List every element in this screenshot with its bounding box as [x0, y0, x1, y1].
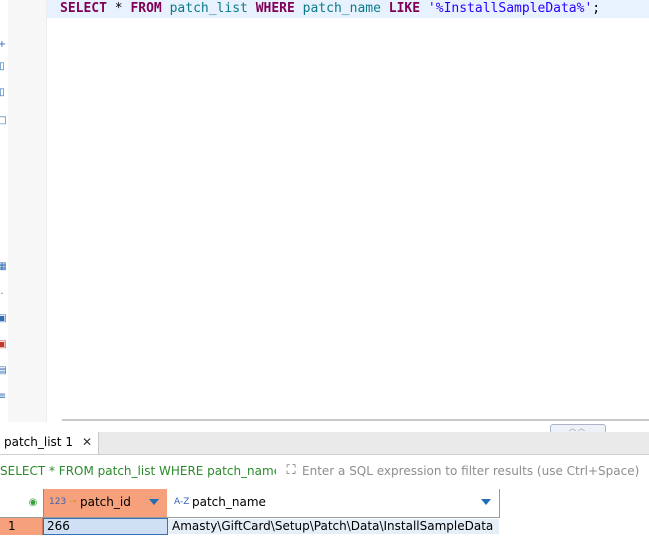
file-icon[interactable]: ▯ [0, 88, 7, 98]
list-icon[interactable]: ≡ [0, 392, 7, 402]
row-number[interactable]: 1 [0, 518, 43, 535]
column-label: patch_name [192, 495, 266, 509]
lock-icon[interactable]: ▣ [0, 340, 7, 350]
column-header-patch-name[interactable]: A-Z patch_name [167, 489, 500, 517]
sql-token-ident: patch_list [169, 1, 248, 16]
select-all-icon[interactable]: ◉ [28, 498, 38, 508]
row-number-header[interactable]: ◉ [0, 489, 43, 517]
results-tab-bar: patch_list 1 ✕ [0, 432, 649, 455]
text-type-icon: A-Z [174, 497, 190, 507]
editor-gutter [8, 0, 47, 422]
expand-icon[interactable]: ⛶ [283, 463, 299, 479]
sql-token-ident: patch_name [302, 1, 381, 16]
cell-patch-id[interactable]: 266 [43, 518, 168, 535]
save-icon[interactable]: ▤ [0, 366, 7, 376]
key-icon: ⊸ [69, 497, 77, 507]
results-grid: ◉ 123 ⊸ patch_id A-Z patch_name 1 266 Am… [0, 489, 649, 537]
column-header-patch-id[interactable]: 123 ⊸ patch_id [43, 489, 168, 517]
sql-token-kw: LIKE [388, 1, 421, 16]
sql-token-op [162, 1, 170, 16]
sql-token-kw: SELECT [60, 1, 107, 16]
sql-token-op [420, 1, 428, 16]
sort-down-icon[interactable] [481, 499, 491, 505]
sql-token-kw: FROM [130, 1, 162, 16]
sql-token-op [381, 1, 389, 16]
sql-editor[interactable]: SELECT * FROM patch_list WHERE patch_nam… [47, 0, 649, 420]
sql-token-op: * [106, 1, 131, 16]
sql-token-op: ; [592, 1, 601, 16]
numeric-type-icon: 123 [49, 497, 67, 507]
dot-icon[interactable]: · [0, 290, 7, 300]
cell-patch-name[interactable]: Amasty\GiftCard\Setup\Patch\Data\Install… [168, 519, 499, 534]
panel-icon[interactable]: □ [0, 116, 7, 126]
sql-statement[interactable]: SELECT * FROM patch_list WHERE patch_nam… [60, 0, 600, 18]
column-label: patch_id [80, 495, 131, 509]
file-icon[interactable]: ▯ [0, 62, 7, 72]
left-toolbar: + ▯ ▯ □ ▦ · ▣ ▣ ▤ ≡ [0, 0, 8, 425]
filter-query-text[interactable]: SELECT * FROM patch_list WHERE patch_nam… [0, 462, 276, 480]
filter-input[interactable] [302, 461, 649, 481]
sql-token-kw: WHERE [255, 1, 295, 16]
sort-down-icon[interactable] [149, 499, 159, 505]
close-icon[interactable]: ✕ [82, 432, 92, 453]
horizontal-scrollbar[interactable] [62, 419, 649, 421]
lock-icon[interactable]: ▣ [0, 314, 7, 324]
grid-header: ◉ 123 ⊸ patch_id A-Z patch_name [0, 489, 500, 518]
add-icon[interactable]: + [0, 40, 7, 50]
grid-icon[interactable]: ▦ [0, 262, 7, 272]
table-row[interactable]: 1 266 Amasty\GiftCard\Setup\Patch\Data\I… [0, 518, 500, 535]
sql-token-op [248, 1, 256, 16]
sql-token-op [295, 1, 303, 16]
tab-patch-list-1[interactable]: patch_list 1 ✕ [0, 432, 99, 454]
sql-token-str: '%InstallSampleData%' [427, 1, 593, 16]
filter-bar: SELECT * FROM patch_list WHERE patch_nam… [0, 459, 649, 483]
tab-label: patch_list 1 [4, 435, 73, 449]
